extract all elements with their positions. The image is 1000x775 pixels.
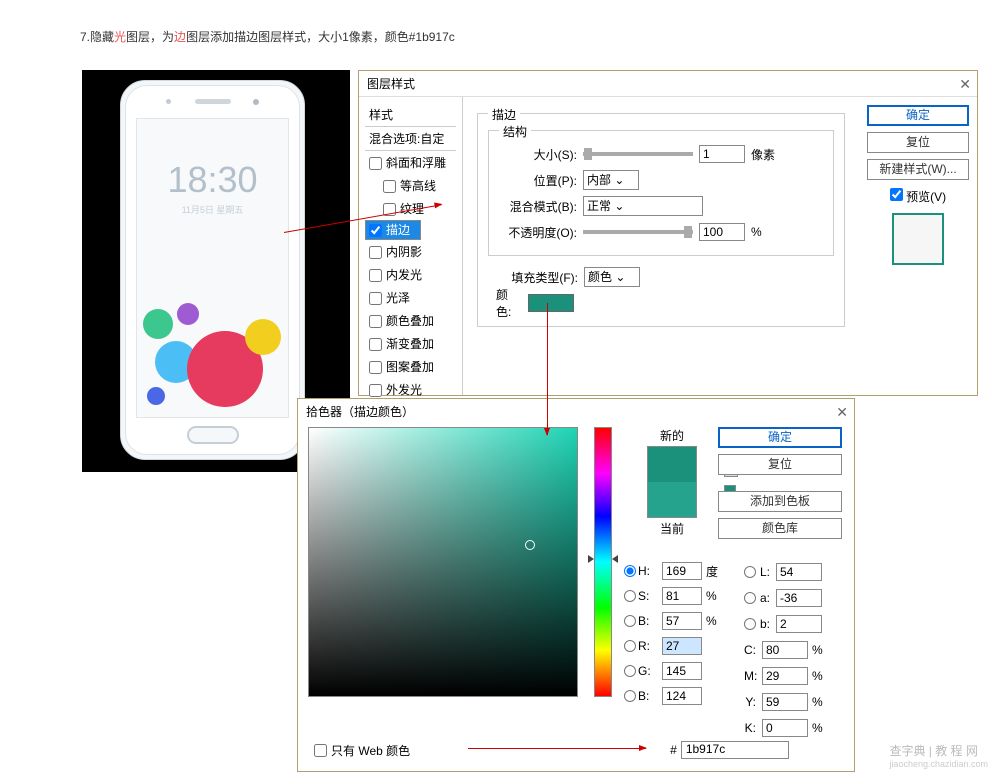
h-input[interactable]: 169 [662, 562, 702, 580]
arrow-icon [468, 748, 646, 749]
clock-time: 18:30 [167, 159, 257, 201]
clock-date: 11月5日 星期五 [182, 203, 244, 216]
layer-style-dialog: 图层样式 ✕ 样式 混合选项:自定 斜面和浮雕 等高线 纹理 描边 内阴影 内发… [358, 70, 978, 396]
s-radio[interactable] [624, 590, 636, 602]
lb-input[interactable]: 2 [776, 615, 822, 633]
styles-list: 样式 混合选项:自定 斜面和浮雕 等高线 纹理 描边 内阴影 内发光 光泽 颜色… [359, 97, 463, 395]
current-color-label: 当前 [628, 520, 716, 537]
ok-button[interactable]: 确定 [867, 105, 969, 126]
hash-label: # [670, 743, 677, 757]
structure-group-label: 结构 [499, 123, 531, 140]
color-cursor-icon [525, 540, 535, 550]
preview-swatch [892, 213, 944, 265]
size-slider[interactable] [583, 152, 693, 156]
filltype-label: 填充类型(F): [488, 269, 584, 286]
r-radio[interactable] [624, 640, 636, 652]
color-label: 颜色: [488, 286, 528, 320]
l-input[interactable]: 54 [776, 563, 822, 581]
g-input[interactable]: 145 [662, 662, 702, 680]
blendmode-select[interactable]: 正常 ⌄ [583, 196, 703, 216]
s-input[interactable]: 81 [662, 587, 702, 605]
color-picker-dialog: 拾色器（描边颜色） ✕ 新的 当前 确定 复位 添加到色板 颜色库 H:169度… [297, 398, 855, 772]
new-style-button[interactable]: 新建样式(W)... [867, 159, 969, 180]
current-color-swatch [647, 482, 697, 518]
style-bevel[interactable]: 斜面和浮雕 [365, 151, 456, 174]
lb-radio[interactable] [744, 618, 756, 630]
l-radio[interactable] [744, 566, 756, 578]
close-icon[interactable]: ✕ [959, 71, 971, 97]
layer-style-title: 图层样式 [367, 71, 415, 97]
opacity-label: 不透明度(O): [499, 224, 583, 241]
new-color-swatch [647, 446, 697, 482]
stroke-color-swatch[interactable] [528, 294, 574, 312]
bl-radio[interactable] [624, 690, 636, 702]
m-input[interactable]: 29 [762, 667, 808, 685]
style-texture[interactable]: 纹理 [365, 197, 456, 220]
style-stroke[interactable]: 描边 [365, 220, 421, 240]
style-inner-shadow[interactable]: 内阴影 [365, 240, 456, 263]
picker-ok-button[interactable]: 确定 [718, 427, 842, 448]
a-radio[interactable] [744, 592, 756, 604]
webonly-checkbox[interactable] [314, 744, 327, 757]
a-input[interactable]: -36 [776, 589, 822, 607]
style-pattern-overlay[interactable]: 图案叠加 [365, 355, 456, 378]
hex-input[interactable]: 1b917c [681, 741, 789, 759]
blendmode-label: 混合模式(B): [499, 198, 583, 215]
bl-input[interactable]: 124 [662, 687, 702, 705]
arrow-icon [547, 303, 548, 435]
color-library-button[interactable]: 颜色库 [718, 518, 842, 539]
c-input[interactable]: 80 [762, 641, 808, 659]
position-select[interactable]: 内部 ⌄ [583, 170, 639, 190]
filltype-select[interactable]: 颜色 ⌄ [584, 267, 640, 287]
size-label: 大小(S): [499, 146, 583, 163]
position-label: 位置(P): [499, 172, 583, 189]
color-field[interactable] [308, 427, 578, 697]
bv-input[interactable]: 57 [662, 612, 702, 630]
picker-title: 拾色器（描边颜色） [306, 399, 414, 425]
instruction-text: 7.隐藏光图层，为边图层添加描边图层样式，大小1像素，颜色#1b917c [80, 28, 455, 46]
h-radio[interactable] [624, 565, 636, 577]
reset-button[interactable]: 复位 [867, 132, 969, 153]
style-satin[interactable]: 光泽 [365, 286, 456, 309]
preview-checkbox[interactable]: 预览(V) [867, 188, 969, 205]
stroke-group-label: 描边 [488, 106, 520, 123]
y-input[interactable]: 59 [762, 693, 808, 711]
k-input[interactable]: 0 [762, 719, 808, 737]
opacity-slider[interactable] [583, 230, 693, 234]
opacity-input[interactable]: 100 [699, 223, 745, 241]
close-icon[interactable]: ✕ [836, 399, 848, 425]
styles-header[interactable]: 样式 [365, 103, 456, 127]
size-input[interactable]: 1 [699, 145, 745, 163]
blend-options-header[interactable]: 混合选项:自定 [365, 127, 456, 151]
webonly-label: 只有 Web 颜色 [331, 742, 410, 759]
add-swatch-button[interactable]: 添加到色板 [718, 491, 842, 512]
picker-cancel-button[interactable]: 复位 [718, 454, 842, 475]
new-color-label: 新的 [628, 427, 716, 444]
style-color-overlay[interactable]: 颜色叠加 [365, 309, 456, 332]
b-radio[interactable] [624, 615, 636, 627]
style-inner-glow[interactable]: 内发光 [365, 263, 456, 286]
r-input[interactable]: 27 [662, 637, 702, 655]
style-contour[interactable]: 等高线 [365, 174, 456, 197]
style-gradient-overlay[interactable]: 渐变叠加 [365, 332, 456, 355]
g-radio[interactable] [624, 665, 636, 677]
watermark: 查字典 | 教 程 网 jiaocheng.chazidian.com [889, 742, 988, 769]
hue-slider[interactable] [594, 427, 612, 697]
